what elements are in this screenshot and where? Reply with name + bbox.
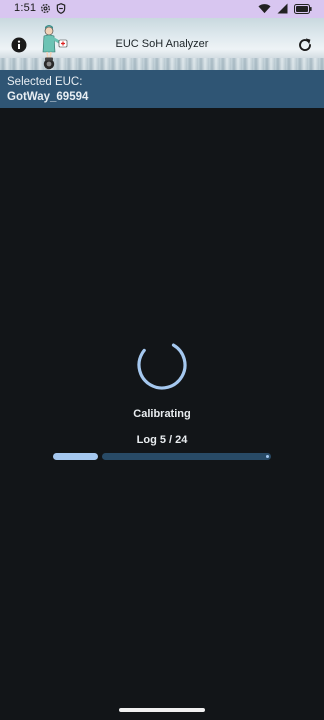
refresh-icon[interactable] xyxy=(296,36,314,54)
signal-icon xyxy=(277,3,288,14)
selected-euc-value: GotWay_69594 xyxy=(7,91,89,103)
progress-bar-fill xyxy=(53,453,98,460)
selected-euc-panel: Selected EUC: GotWay_69594 xyxy=(0,70,324,108)
log-counter-text: Log 5 / 24 xyxy=(136,434,188,446)
status-time: 1:51 xyxy=(14,2,37,14)
app-screen: 1:51 EUC SoH Analyzer Selected EUC: GotW… xyxy=(0,0,324,720)
selected-euc-label: Selected EUC: xyxy=(7,76,83,88)
wifi-icon xyxy=(258,4,271,14)
settings-gear-icon xyxy=(41,4,50,13)
progress-bar-end-indicator xyxy=(266,455,269,458)
status-left-icons xyxy=(40,3,66,14)
status-right-icons xyxy=(258,3,312,14)
app-bar: EUC SoH Analyzer xyxy=(0,18,324,70)
system-status-bar: 1:51 xyxy=(0,0,324,18)
shield-icon xyxy=(56,3,66,14)
progress-bar-track xyxy=(102,453,271,460)
gesture-navigation-bar[interactable] xyxy=(119,708,205,712)
app-title: EUC SoH Analyzer xyxy=(115,38,209,50)
progress-bar xyxy=(53,453,271,460)
battery-icon xyxy=(294,3,312,14)
loading-spinner xyxy=(137,340,187,390)
calibration-status-text: Calibrating xyxy=(133,408,191,420)
